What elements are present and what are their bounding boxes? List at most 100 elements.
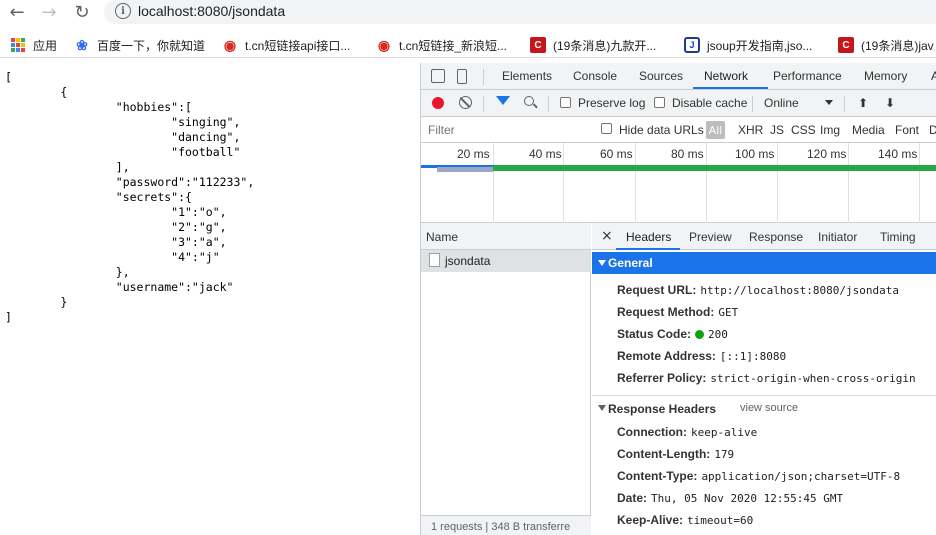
record-icon[interactable] (432, 97, 444, 109)
reload-icon[interactable]: ↻ (71, 3, 93, 23)
hide-data-urls-checkbox[interactable] (601, 123, 612, 134)
address-bar[interactable]: i localhost:8080/jsondata (104, 0, 936, 24)
hide-data-urls-label: Hide data URLs (619, 123, 704, 137)
filter-type-css[interactable]: CSS (791, 123, 816, 137)
bookmark-tcn-sina[interactable]: ◉ t.cn短链接_新浪短... (376, 36, 507, 54)
json-line: "2":"g", (5, 220, 227, 234)
filter-type-media[interactable]: Media (852, 123, 885, 137)
header-key: Status Code: (617, 327, 692, 341)
search-icon[interactable] (524, 96, 534, 106)
inspect-element-icon[interactable] (431, 69, 445, 83)
filter-type-js[interactable]: JS (770, 123, 784, 137)
bookmark-csdn-1[interactable]: C (19条消息)九款开... (530, 36, 656, 54)
back-arrow-icon[interactable]: ← (6, 3, 28, 23)
device-toolbar-icon[interactable] (457, 69, 467, 84)
bookmark-label: 应用 (33, 38, 58, 53)
preserve-log-label: Preserve log (578, 96, 646, 110)
request-details: × Headers Preview Response Initiator Tim… (592, 223, 936, 535)
bookmark-label: jsoup开发指南,jso... (707, 38, 813, 53)
disable-cache-label: Disable cache (672, 96, 748, 110)
close-icon[interactable]: × (601, 228, 613, 244)
csdn-icon: C (838, 37, 854, 53)
filter-type-img[interactable]: Img (820, 123, 840, 137)
header-key: Request URL: (617, 283, 697, 297)
clear-icon[interactable] (459, 96, 472, 109)
bookmark-label: (19条消息)jav (861, 38, 934, 53)
header-row: Status Code: 200 (617, 327, 728, 341)
tab-sources[interactable]: Sources (639, 69, 683, 83)
header-row: Remote Address: [::1]:8080 (617, 349, 786, 363)
tab-network[interactable]: Network (704, 69, 748, 83)
throttling-select[interactable]: Online (764, 96, 799, 110)
header-key: Keep-Alive: (617, 513, 684, 527)
weibo-icon: ◉ (223, 36, 237, 53)
header-value: [::1]:8080 (719, 350, 787, 363)
active-tab-indicator (616, 248, 680, 250)
filter-type-doc[interactable]: D (929, 123, 936, 137)
weibo-icon: ◉ (377, 36, 391, 53)
response-headers-section-header[interactable]: Response Headers view source (592, 397, 936, 419)
tab-initiator[interactable]: Initiator (818, 230, 857, 244)
json-line: } (5, 295, 68, 309)
tab-more[interactable]: A (931, 69, 936, 83)
bookmark-jsoup[interactable]: J jsoup开发指南,jso... (684, 36, 812, 54)
divider (592, 395, 936, 396)
details-tabbar: × Headers Preview Response Initiator Tim… (592, 223, 936, 250)
network-overview[interactable]: 20 ms 40 ms 60 ms 80 ms 100 ms 120 ms 14… (421, 143, 936, 223)
forward-arrow-icon[interactable]: → (38, 3, 60, 23)
bookmark-tcn-api[interactable]: ◉ t.cn短链接api接口... (222, 36, 350, 54)
divider (483, 96, 484, 112)
filter-icon[interactable] (496, 96, 510, 105)
json-line: "secrets":{ (5, 190, 192, 204)
divider (752, 96, 753, 112)
tab-preview[interactable]: Preview (689, 230, 732, 244)
site-info-icon[interactable]: i (115, 3, 131, 19)
bookmark-csdn-2[interactable]: C (19条消息)jav (838, 36, 934, 54)
disable-cache-checkbox[interactable] (654, 97, 665, 108)
preserve-log-checkbox[interactable] (560, 97, 571, 108)
network-toolbar: Preserve log Disable cache Online ⬆ ⬇ (421, 90, 936, 117)
view-source-link[interactable]: view source (740, 402, 798, 414)
grid-line (848, 143, 849, 223)
export-har-icon[interactable]: ⬇ (884, 96, 896, 110)
json-line: [ (5, 70, 12, 84)
tab-elements[interactable]: Elements (502, 69, 552, 83)
tab-headers[interactable]: Headers (626, 230, 671, 244)
grid-line (635, 143, 636, 223)
filter-input[interactable] (424, 120, 589, 140)
import-har-icon[interactable]: ⬆ (857, 96, 869, 110)
general-section-header[interactable]: General (592, 252, 936, 274)
active-tab-indicator (693, 87, 768, 89)
chevron-down-icon[interactable] (825, 100, 833, 105)
filter-type-all[interactable]: All (706, 121, 725, 139)
filter-type-font[interactable]: Font (895, 123, 919, 137)
json-line: "4":"j" (5, 250, 220, 264)
bookmark-baidu[interactable]: ❀ 百度一下，你就知道 (74, 36, 205, 54)
general-title: General (608, 256, 653, 270)
browser-toolbar: ← → ↻ i localhost:8080/jsondata (0, 0, 936, 26)
bookmark-apps[interactable]: 应用 (10, 36, 57, 54)
tab-memory[interactable]: Memory (864, 69, 907, 83)
json-line: "football" (5, 145, 241, 159)
tick-label: 60 ms (600, 147, 633, 161)
header-value: keep-alive (691, 426, 758, 439)
address-url[interactable]: localhost:8080/jsondata (138, 3, 285, 19)
header-key: Referrer Policy: (617, 371, 707, 385)
triangle-down-icon (598, 405, 606, 411)
baidu-paw-icon: ❀ (76, 36, 88, 53)
grid-line (706, 143, 707, 223)
json-line: "password":"112233", (5, 175, 255, 189)
tab-console[interactable]: Console (573, 69, 617, 83)
header-value: 179 (714, 448, 735, 461)
tab-response[interactable]: Response (749, 230, 803, 244)
tab-timing[interactable]: Timing (880, 230, 916, 244)
json-line: ], (5, 160, 130, 174)
requests-status-bar: 1 requests | 348 B transferre (421, 515, 591, 535)
jsoup-icon: J (684, 37, 700, 53)
filter-type-xhr[interactable]: XHR (738, 123, 763, 137)
column-name[interactable]: Name (426, 230, 458, 244)
table-row[interactable]: jsondata (421, 250, 591, 272)
bookmark-label: t.cn短链接api接口... (245, 38, 351, 53)
requests-header: Name (421, 223, 591, 250)
tab-performance[interactable]: Performance (773, 69, 842, 83)
